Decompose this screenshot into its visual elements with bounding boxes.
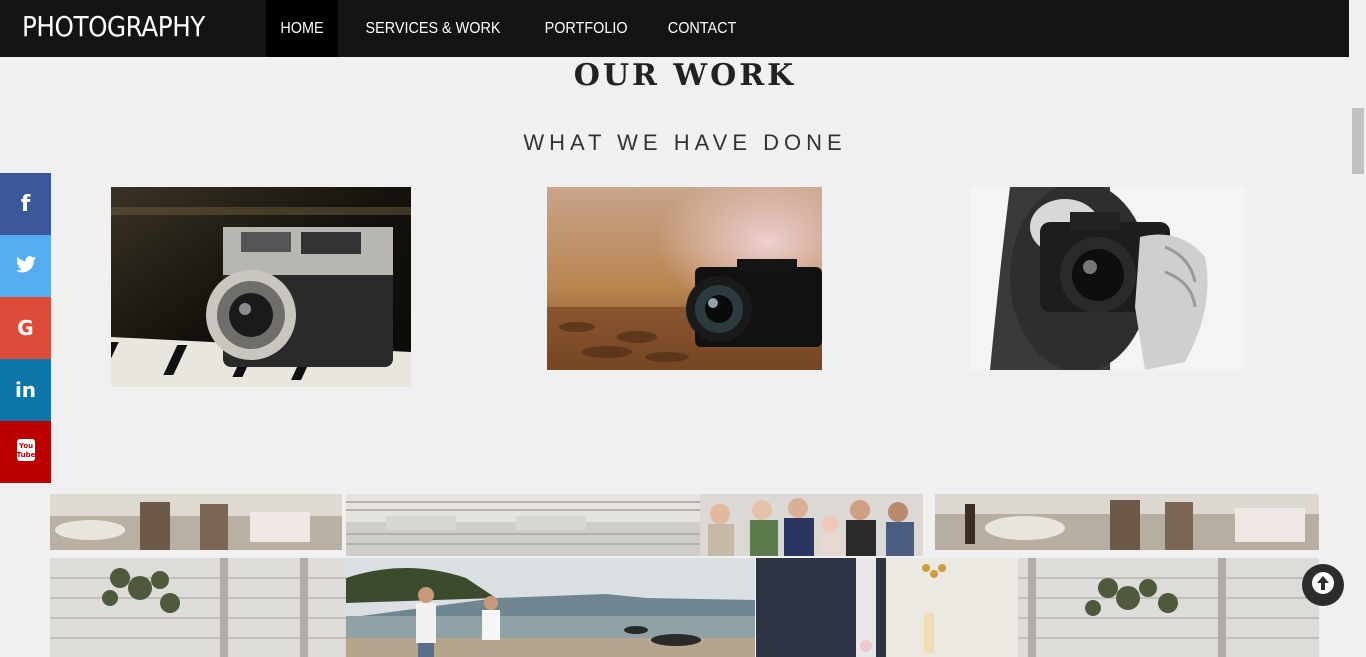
svg-text:You: You bbox=[17, 442, 32, 450]
facebook-icon: f bbox=[20, 191, 31, 217]
linkedin-icon: in bbox=[14, 378, 37, 402]
gallery-tile-wood-plant-1[interactable] bbox=[50, 558, 346, 657]
work-image-vintage-camera[interactable] bbox=[111, 187, 411, 387]
nav-contact[interactable]: CONTACT bbox=[654, 0, 751, 57]
nav-services-work[interactable]: SERVICES & WORK bbox=[351, 0, 515, 57]
facebook-link[interactable]: f bbox=[0, 173, 51, 235]
work-image-canon-on-leaves[interactable] bbox=[547, 187, 822, 370]
section-subtitle: WHAT WE HAVE DONE bbox=[523, 130, 847, 155]
gallery-tile-dining-1[interactable] bbox=[50, 494, 342, 550]
section-title: OUR WORK bbox=[573, 58, 797, 93]
youtube-link[interactable]: You Tube bbox=[0, 421, 51, 483]
nav-home[interactable]: HOME bbox=[266, 0, 338, 57]
gallery-tile-beach-couple[interactable] bbox=[346, 558, 755, 657]
site-brand[interactable]: PHOTOGRAPHY bbox=[22, 10, 205, 43]
gallery-tile-family[interactable] bbox=[700, 494, 923, 556]
google-link[interactable]: G bbox=[0, 297, 51, 359]
arrow-up-icon bbox=[1310, 570, 1336, 601]
page-scrollbar[interactable] bbox=[1349, 0, 1366, 657]
top-navbar: PHOTOGRAPHY HOME SERVICES & WORK PORTFOL… bbox=[0, 0, 1349, 57]
social-sidebar: f G in You Tube bbox=[0, 173, 51, 483]
back-to-top-button[interactable] bbox=[1302, 564, 1344, 606]
nav-portfolio[interactable]: PORTFOLIO bbox=[530, 0, 642, 57]
main-nav: HOME SERVICES & WORK PORTFOLIO CONTACT bbox=[262, 0, 756, 57]
youtube-icon: You Tube bbox=[16, 438, 35, 466]
twitter-link[interactable] bbox=[0, 235, 51, 297]
gallery-tile-wedding-couple[interactable] bbox=[756, 558, 1018, 657]
linkedin-link[interactable]: in bbox=[0, 359, 51, 421]
gallery-tile-dining-2[interactable] bbox=[935, 494, 1319, 550]
gallery-tile-wood-1[interactable] bbox=[346, 494, 700, 556]
gallery-tile-wood-plant-2[interactable] bbox=[1018, 558, 1319, 657]
work-image-photographer[interactable] bbox=[970, 187, 1245, 370]
svg-text:Tube: Tube bbox=[17, 451, 35, 459]
twitter-icon bbox=[15, 254, 36, 278]
google-icon: G bbox=[17, 316, 34, 340]
